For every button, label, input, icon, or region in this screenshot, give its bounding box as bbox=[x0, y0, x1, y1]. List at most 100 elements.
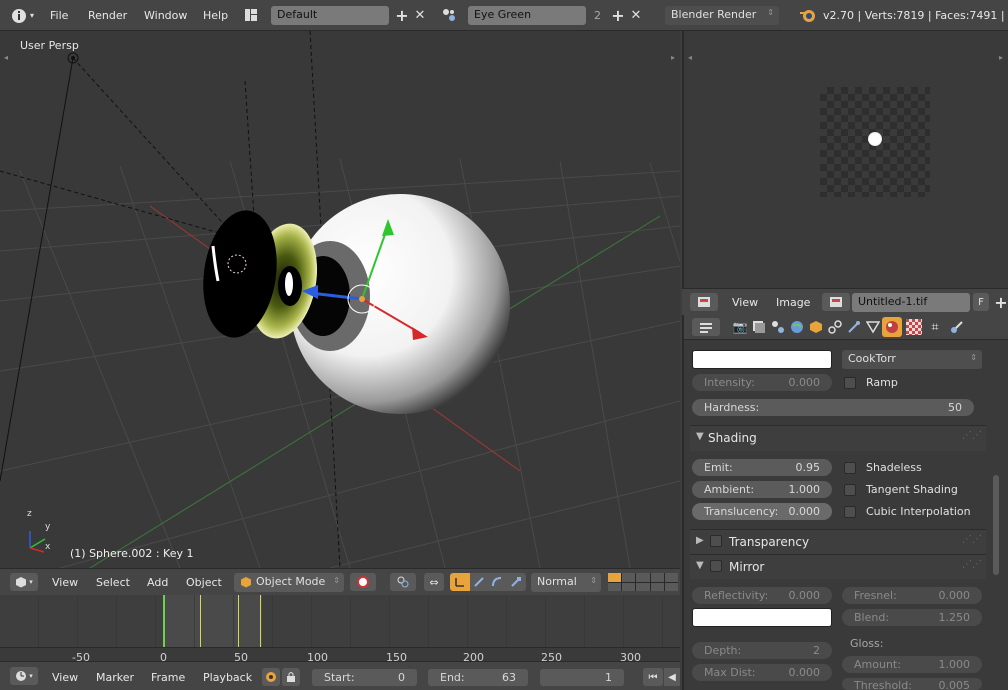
menu-render[interactable]: Render bbox=[88, 9, 127, 22]
tangent-shading-checkbox[interactable] bbox=[844, 484, 856, 496]
browse-image-icon[interactable] bbox=[822, 293, 850, 311]
particles-tab-icon[interactable]: ⌗ bbox=[927, 319, 943, 335]
preview-range-icon[interactable] bbox=[262, 668, 280, 686]
transparency-panel-header[interactable]: ▶ Transparency ⋰⋰ bbox=[690, 530, 986, 554]
material-tab-icon[interactable] bbox=[882, 317, 902, 337]
mode-dropdown[interactable]: Object Mode ⇕ bbox=[234, 573, 344, 592]
editor-type-clock-icon[interactable]: ▾ bbox=[10, 667, 38, 685]
ambient-slider[interactable]: Ambient: 1.000 bbox=[692, 481, 832, 498]
transform-orientation-dropdown[interactable]: Normal ⇕ bbox=[531, 573, 601, 592]
ramp-checkbox[interactable] bbox=[844, 377, 856, 389]
timeline-area[interactable]: -50 0 50 100 150 200 250 300 bbox=[0, 595, 680, 664]
menu-image[interactable]: Image bbox=[776, 296, 810, 309]
info-editor-icon[interactable] bbox=[10, 7, 28, 24]
render-engine-dropdown[interactable]: Blender Render ⇕ bbox=[665, 6, 779, 25]
reflectivity-slider[interactable]: Reflectivity: 0.000 bbox=[692, 587, 832, 604]
menu-playback[interactable]: Playback bbox=[203, 671, 252, 684]
scene-name-field[interactable]: Eye Green bbox=[468, 6, 586, 25]
mirror-color-swatch[interactable] bbox=[692, 608, 832, 627]
mirror-panel-header[interactable]: ▼ Mirror ⋰⋰ bbox=[690, 555, 986, 579]
close-icon[interactable]: ✕ bbox=[412, 6, 428, 24]
menu-marker[interactable]: Marker bbox=[96, 671, 134, 684]
rotate-manipulator-icon[interactable] bbox=[488, 573, 506, 591]
render-layers-tab-icon[interactable] bbox=[751, 319, 767, 335]
area-corner-right-icon[interactable]: ▸ bbox=[996, 51, 1006, 63]
physics-tab-icon[interactable] bbox=[949, 319, 965, 335]
fake-user-button[interactable]: F bbox=[973, 293, 989, 311]
screen-layout-icon[interactable] bbox=[243, 7, 259, 23]
constraints-tab-icon[interactable] bbox=[827, 319, 843, 335]
screen-layout-field[interactable]: Default bbox=[271, 6, 389, 25]
properties-scrollbar[interactable] bbox=[993, 475, 999, 575]
start-frame-field[interactable]: Start: 0 bbox=[312, 669, 417, 686]
close-icon[interactable]: ✕ bbox=[628, 6, 644, 24]
blend-slider[interactable]: Blend: 1.250 bbox=[842, 609, 982, 626]
max-dist-slider[interactable]: Max Dist: 0.000 bbox=[692, 664, 832, 681]
menu-add[interactable]: Add bbox=[147, 576, 168, 589]
shadeless-checkbox[interactable] bbox=[844, 462, 856, 474]
pivot-point-icon[interactable] bbox=[390, 573, 416, 591]
drag-handle-icon[interactable]: ⋰⋰ bbox=[962, 534, 982, 545]
play-reverse-icon[interactable]: ◀ bbox=[664, 668, 680, 686]
texture-tab-icon[interactable] bbox=[906, 319, 922, 335]
menu-view[interactable]: View bbox=[52, 576, 78, 589]
cubic-interpolation-checkbox[interactable] bbox=[844, 506, 856, 518]
render-tab-icon[interactable]: 📷 bbox=[732, 319, 748, 335]
editor-type-image-icon[interactable] bbox=[690, 293, 718, 311]
menu-help[interactable]: Help bbox=[203, 9, 228, 22]
scene-tab-icon[interactable] bbox=[770, 319, 786, 335]
3d-viewport[interactable]: ◂ ▸ User Persp z y x (1) Sphere.002 : Ke… bbox=[0, 31, 680, 568]
object-tab-icon[interactable] bbox=[808, 319, 824, 335]
menu-file[interactable]: File bbox=[50, 9, 68, 22]
add-icon[interactable]: + bbox=[994, 293, 1008, 312]
scale-manipulator-icon[interactable] bbox=[506, 573, 526, 591]
lock-icon[interactable] bbox=[282, 668, 300, 686]
viewport-shading-icon[interactable] bbox=[350, 573, 376, 591]
manipulator-toggle-icon[interactable]: ⇔ bbox=[424, 573, 444, 591]
jump-start-icon[interactable]: ⏮ bbox=[643, 668, 663, 686]
add-icon[interactable]: + bbox=[610, 6, 626, 25]
menu-view[interactable]: View bbox=[52, 671, 78, 684]
end-frame-field[interactable]: End: 63 bbox=[428, 669, 528, 686]
chevron-down-icon[interactable]: ▾ bbox=[28, 9, 36, 21]
world-tab-icon[interactable] bbox=[789, 319, 805, 335]
current-frame-marker[interactable] bbox=[163, 595, 165, 647]
menu-select[interactable]: Select bbox=[96, 576, 130, 589]
fresnel-slider[interactable]: Fresnel: 0.000 bbox=[842, 587, 982, 604]
depth-slider[interactable]: Depth: 2 bbox=[692, 642, 832, 659]
modifiers-tab-icon[interactable] bbox=[846, 319, 862, 335]
current-frame-field[interactable]: 1 bbox=[540, 669, 624, 686]
specular-shader-dropdown[interactable]: CookTorr ⇕ bbox=[842, 350, 982, 369]
specular-color-swatch[interactable] bbox=[692, 350, 832, 369]
shading-panel-header[interactable]: ▼ Shading ⋰⋰ bbox=[690, 426, 986, 451]
editor-type-properties-icon[interactable] bbox=[692, 318, 720, 336]
menu-object[interactable]: Object bbox=[186, 576, 222, 589]
image-name-field[interactable]: Untitled-1.tif bbox=[852, 293, 970, 312]
menu-window[interactable]: Window bbox=[144, 9, 187, 22]
translate-arrow-icon[interactable] bbox=[470, 573, 488, 591]
viewport-corner-left-icon[interactable]: ◂ bbox=[1, 51, 11, 63]
drag-handle-icon[interactable]: ⋰⋰ bbox=[962, 430, 982, 441]
area-corner-left-icon[interactable]: ◂ bbox=[685, 51, 695, 63]
emit-slider[interactable]: Emit: 0.95 bbox=[692, 459, 832, 476]
transparency-checkbox[interactable] bbox=[710, 535, 722, 547]
scene-icon[interactable] bbox=[441, 7, 457, 23]
intensity-slider[interactable]: Intensity: 0.000 bbox=[692, 374, 832, 391]
editor-type-cube-icon[interactable]: ▾ bbox=[10, 573, 38, 591]
layer-buttons[interactable] bbox=[608, 573, 678, 591]
menu-frame[interactable]: Frame bbox=[151, 671, 185, 684]
hardness-slider[interactable]: Hardness: 50 bbox=[692, 399, 974, 416]
drag-handle-icon[interactable]: ⋰⋰ bbox=[962, 559, 982, 570]
blend-value: 1.250 bbox=[938, 611, 971, 624]
add-icon[interactable]: + bbox=[394, 6, 410, 25]
translate-manipulator-icon[interactable] bbox=[450, 573, 470, 591]
viewport-corner-right-icon[interactable]: ▸ bbox=[668, 51, 678, 63]
mirror-checkbox[interactable] bbox=[710, 560, 722, 572]
start-frame-value: 0 bbox=[398, 671, 405, 684]
menu-view[interactable]: View bbox=[732, 296, 758, 309]
translucency-slider[interactable]: Translucency: 0.000 bbox=[692, 503, 832, 520]
fresnel-label: Fresnel: bbox=[854, 589, 897, 602]
threshold-slider[interactable]: Threshold: 0.005 bbox=[842, 678, 982, 690]
data-tab-icon[interactable] bbox=[865, 319, 881, 335]
amount-slider[interactable]: Amount: 1.000 bbox=[842, 656, 982, 673]
